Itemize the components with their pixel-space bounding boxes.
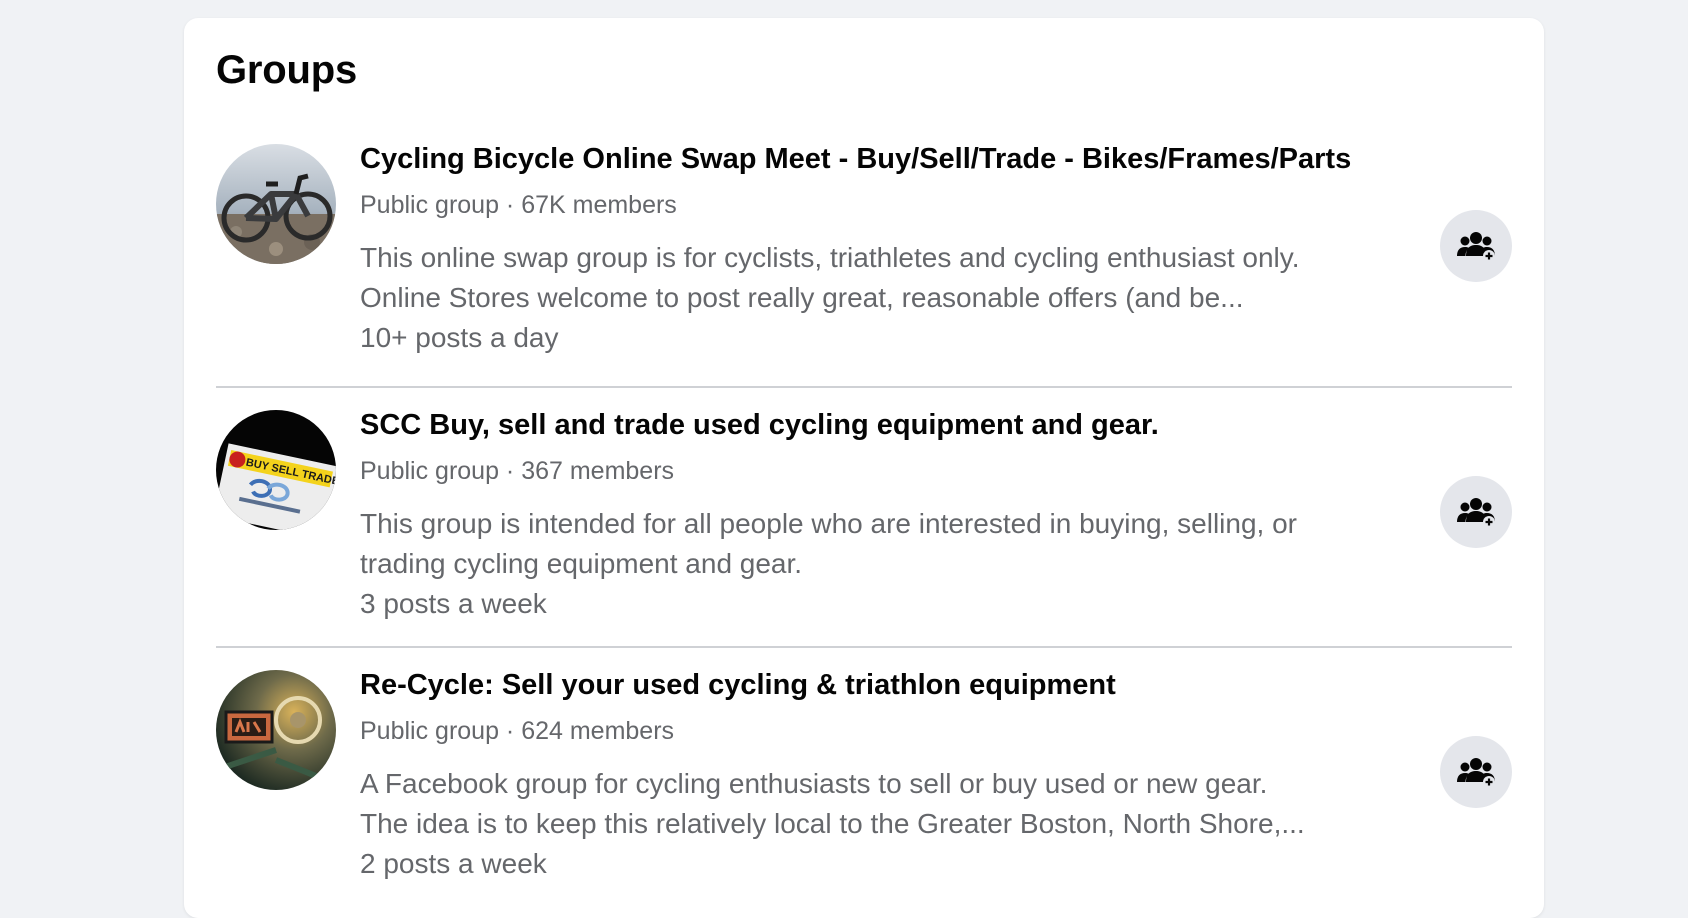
group-info: Re-Cycle: Sell your used cycling & triat…: [360, 666, 1360, 884]
group-info: Cycling Bicycle Online Swap Meet - Buy/S…: [360, 140, 1360, 358]
group-avatar[interactable]: [216, 144, 336, 264]
list-item: Cycling Bicycle Online Swap Meet - Buy/S…: [216, 126, 1512, 386]
group-meta: Public group · 367 members: [360, 457, 675, 485]
group-description: A Facebook group for cycling enthusiasts…: [360, 764, 1400, 844]
group-activity: 3 posts a week: [360, 588, 547, 619]
group-description-line: Online Stores welcome to post really gre…: [360, 282, 1244, 313]
join-group-icon: [1457, 758, 1495, 788]
bike-shop-photo-avatar-icon: [216, 670, 336, 790]
list-item: Re-Cycle: Sell your used cycling & triat…: [216, 646, 1512, 906]
group-description-line: This group is intended for all people wh…: [360, 508, 1298, 539]
group-avatar[interactable]: [216, 670, 336, 790]
group-name-link[interactable]: Re-Cycle: Sell your used cycling & triat…: [360, 666, 1360, 704]
group-name-link[interactable]: Cycling Bicycle Online Swap Meet - Buy/S…: [360, 140, 1360, 178]
group-description-line: A Facebook group for cycling enthusiasts…: [360, 768, 1268, 799]
group-meta: Public group · 67K members: [360, 191, 677, 219]
groups-card: Groups Cycling Bicycle Online Swap Meet …: [184, 18, 1544, 918]
join-group-button[interactable]: [1440, 476, 1512, 548]
group-meta: Public group · 624 members: [360, 717, 675, 745]
join-group-button[interactable]: [1440, 210, 1512, 282]
group-description: This online swap group is for cyclists, …: [360, 238, 1400, 318]
buy-sell-trade-logo-avatar-icon: BUY SELL TRADE: [216, 410, 336, 530]
group-description-line: The idea is to keep this relatively loca…: [360, 808, 1305, 839]
group-activity: 10+ posts a day: [360, 322, 559, 353]
bike-photo-avatar-icon: [216, 144, 336, 264]
join-group-button[interactable]: [1440, 736, 1512, 808]
group-description: This group is intended for all people wh…: [360, 504, 1400, 584]
join-group-icon: [1457, 498, 1495, 528]
group-activity: 2 posts a week: [360, 848, 547, 879]
join-group-icon: [1457, 232, 1495, 262]
section-title: Groups: [216, 48, 358, 92]
list-item: BUY SELL TRADE SCC Buy, sell and trade u…: [216, 386, 1512, 646]
group-name-link[interactable]: SCC Buy, sell and trade used cycling equ…: [360, 406, 1360, 444]
group-description-line: trading cycling equipment and gear.: [360, 548, 803, 579]
group-description-line: This online swap group is for cyclists, …: [360, 242, 1300, 273]
group-list: Cycling Bicycle Online Swap Meet - Buy/S…: [216, 126, 1512, 906]
group-avatar[interactable]: BUY SELL TRADE: [216, 410, 336, 530]
group-info: SCC Buy, sell and trade used cycling equ…: [360, 406, 1360, 624]
